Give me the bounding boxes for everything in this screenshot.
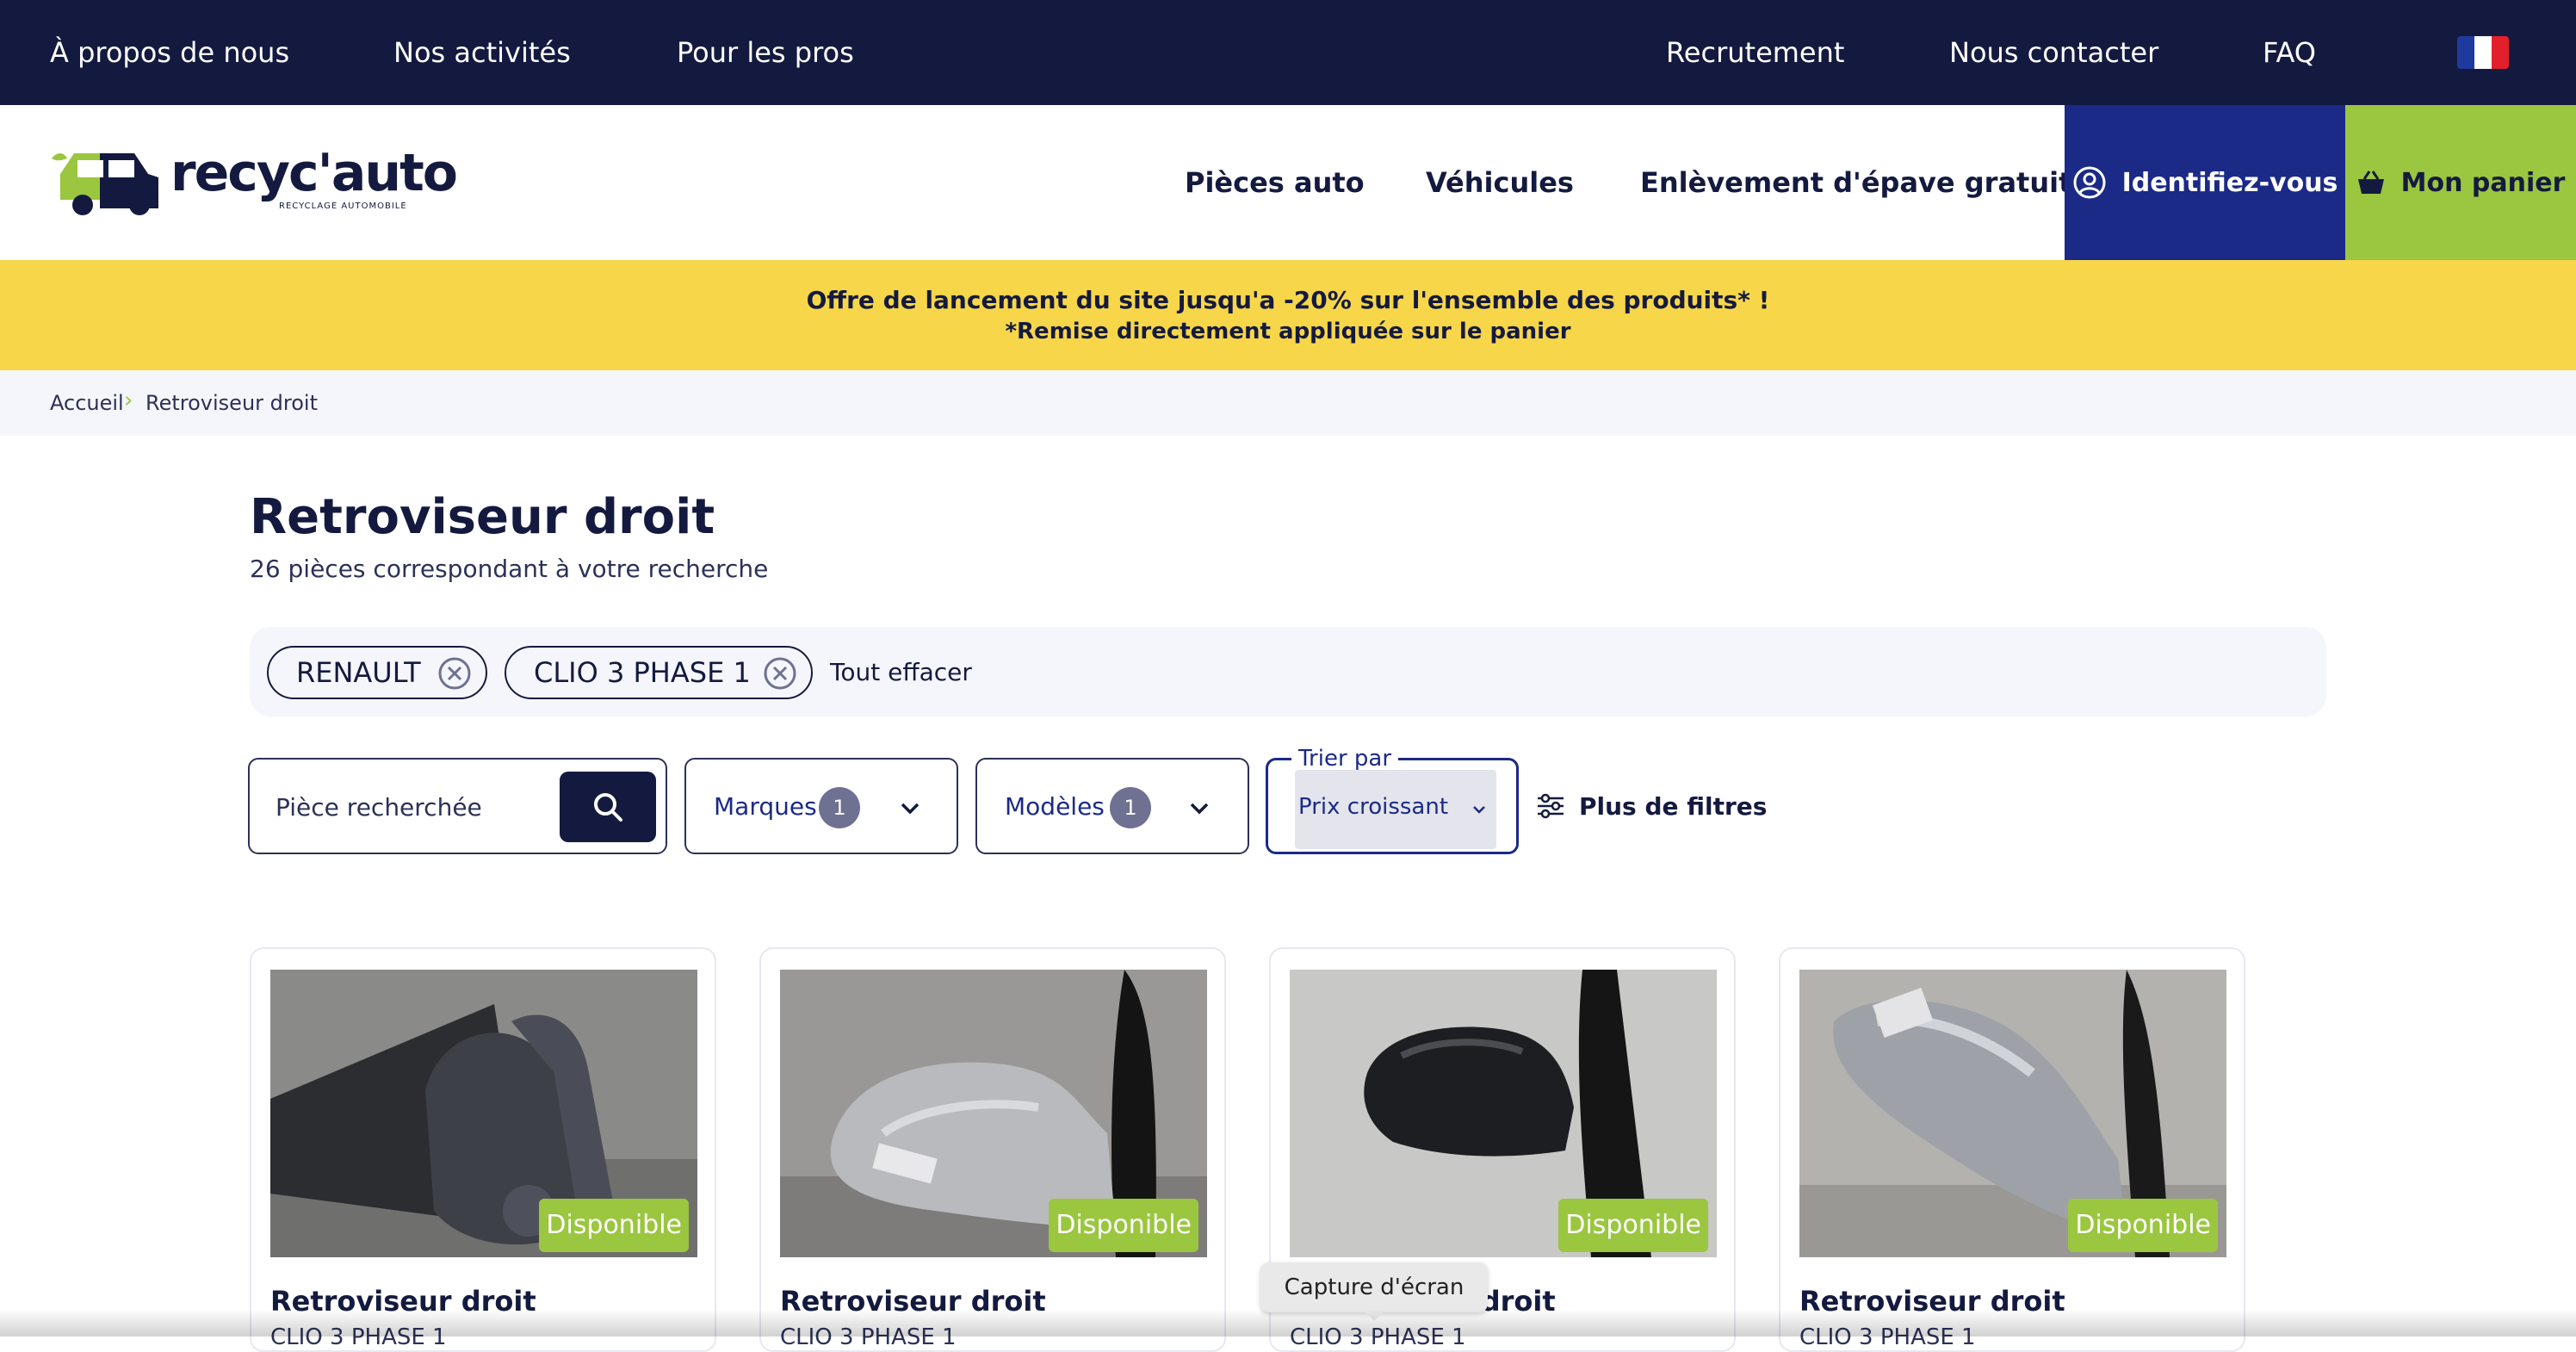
- chevron-down-icon: [901, 803, 920, 815]
- topbar-link-careers[interactable]: Recrutement: [1666, 0, 1844, 105]
- filter-chip-label: CLIO 3 PHASE 1: [534, 656, 751, 689]
- top-bar: À propos de nous Nos activités Pour les …: [0, 0, 2576, 105]
- sort-value: Prix croissant: [1298, 794, 1449, 820]
- logo-wordmark: recyc'auto: [170, 143, 458, 203]
- filter-chip-brand[interactable]: RENAULT: [267, 646, 487, 699]
- cart-button[interactable]: Mon panier: [2345, 105, 2576, 260]
- chevron-down-icon: [1473, 806, 1485, 814]
- search-button[interactable]: [560, 772, 656, 842]
- topbar-link-about[interactable]: À propos de nous: [50, 0, 289, 105]
- sliders-icon: [1538, 793, 1564, 819]
- site-logo[interactable]: recyc'auto RECYCLAGE AUTOMOBILE: [48, 140, 458, 226]
- breadcrumb-current: Retroviseur droit: [146, 391, 318, 415]
- topbar-link-pros[interactable]: Pour les pros: [677, 0, 854, 105]
- bottom-shadow: [0, 1309, 2576, 1336]
- breadcrumb-home[interactable]: Accueil: [50, 391, 124, 415]
- nav-parts[interactable]: Pièces auto: [1185, 105, 1365, 260]
- screenshot-tooltip: Capture d'écran: [1260, 1262, 1488, 1321]
- more-filters-button[interactable]: Plus de filtres: [1536, 780, 1767, 832]
- car-logo-icon: [52, 153, 158, 215]
- part-search-box: [248, 758, 667, 854]
- login-label: Identifiez-vous: [2121, 167, 2338, 198]
- nav-vehicles[interactable]: Véhicules: [1426, 105, 1574, 260]
- part-search-input[interactable]: [276, 785, 534, 828]
- main-header: recyc'auto RECYCLAGE AUTOMOBILE Pièces a…: [0, 105, 2576, 260]
- results-count: 26 pièces correspondant à votre recherch…: [250, 555, 769, 583]
- brands-count-badge: 1: [819, 787, 860, 828]
- clear-all-filters[interactable]: Tout effacer: [830, 658, 972, 686]
- logo-tagline: RECYCLAGE AUTOMOBILE: [279, 202, 407, 211]
- page-title: Retroviseur droit: [250, 489, 715, 545]
- promo-line-1: Offre de lancement du site jusqu'a -20% …: [806, 286, 1770, 314]
- promo-line-2: *Remise directement appliquée sur le pan…: [1005, 319, 1571, 344]
- models-label: Modèles: [1005, 792, 1105, 821]
- basket-icon: [2357, 171, 2384, 194]
- filter-chip-model[interactable]: CLIO 3 PHASE 1: [505, 646, 813, 699]
- login-button[interactable]: Identifiez-vous: [2065, 105, 2345, 260]
- remove-circle-icon[interactable]: [437, 656, 472, 691]
- breadcrumb-chevron-icon: ›: [124, 388, 133, 413]
- nav-wreck-removal[interactable]: Enlèvement d'épave gratuit: [1640, 105, 2071, 260]
- cart-label: Mon panier: [2400, 167, 2566, 198]
- product-card[interactable]: Disponible Retroviseur droit CLIO 3 PHAS…: [1779, 947, 2245, 1352]
- availability-badge: Disponible: [2068, 1199, 2218, 1252]
- models-count-badge: 1: [1110, 787, 1151, 828]
- sort-select[interactable]: Prix croissant: [1295, 770, 1496, 849]
- product-card[interactable]: Disponible Retroviseur droit CLIO 3 PHAS…: [250, 947, 716, 1352]
- promo-banner: Offre de lancement du site jusqu'a -20% …: [0, 260, 2576, 370]
- availability-badge: Disponible: [539, 1199, 689, 1252]
- topbar-link-activities[interactable]: Nos activités: [393, 0, 571, 105]
- remove-circle-icon[interactable]: [763, 656, 797, 691]
- topbar-link-contact[interactable]: Nous contacter: [1949, 0, 2158, 105]
- availability-badge: Disponible: [1558, 1199, 1708, 1252]
- sort-label: Trier par: [1291, 746, 1399, 772]
- product-card[interactable]: Disponible Retroviseur droit CLIO 3 PHAS…: [759, 947, 1226, 1352]
- chevron-down-icon: [1190, 803, 1209, 815]
- topbar-link-faq[interactable]: FAQ: [2263, 0, 2316, 105]
- french-flag-icon[interactable]: [2457, 36, 2509, 69]
- search-icon: [594, 793, 622, 822]
- models-select[interactable]: Modèles 1: [975, 758, 1249, 854]
- filter-chip-label: RENAULT: [296, 656, 421, 689]
- brands-select[interactable]: Marques 1: [684, 758, 958, 854]
- user-icon: [2073, 166, 2106, 199]
- more-filters-label: Plus de filtres: [1579, 791, 1768, 821]
- breadcrumb: Accueil › Retroviseur droit: [0, 370, 2576, 436]
- active-filters-bar: RENAULT CLIO 3 PHASE 1 Tout effacer: [250, 627, 2326, 716]
- brands-label: Marques: [714, 792, 817, 821]
- availability-badge: Disponible: [1049, 1199, 1198, 1252]
